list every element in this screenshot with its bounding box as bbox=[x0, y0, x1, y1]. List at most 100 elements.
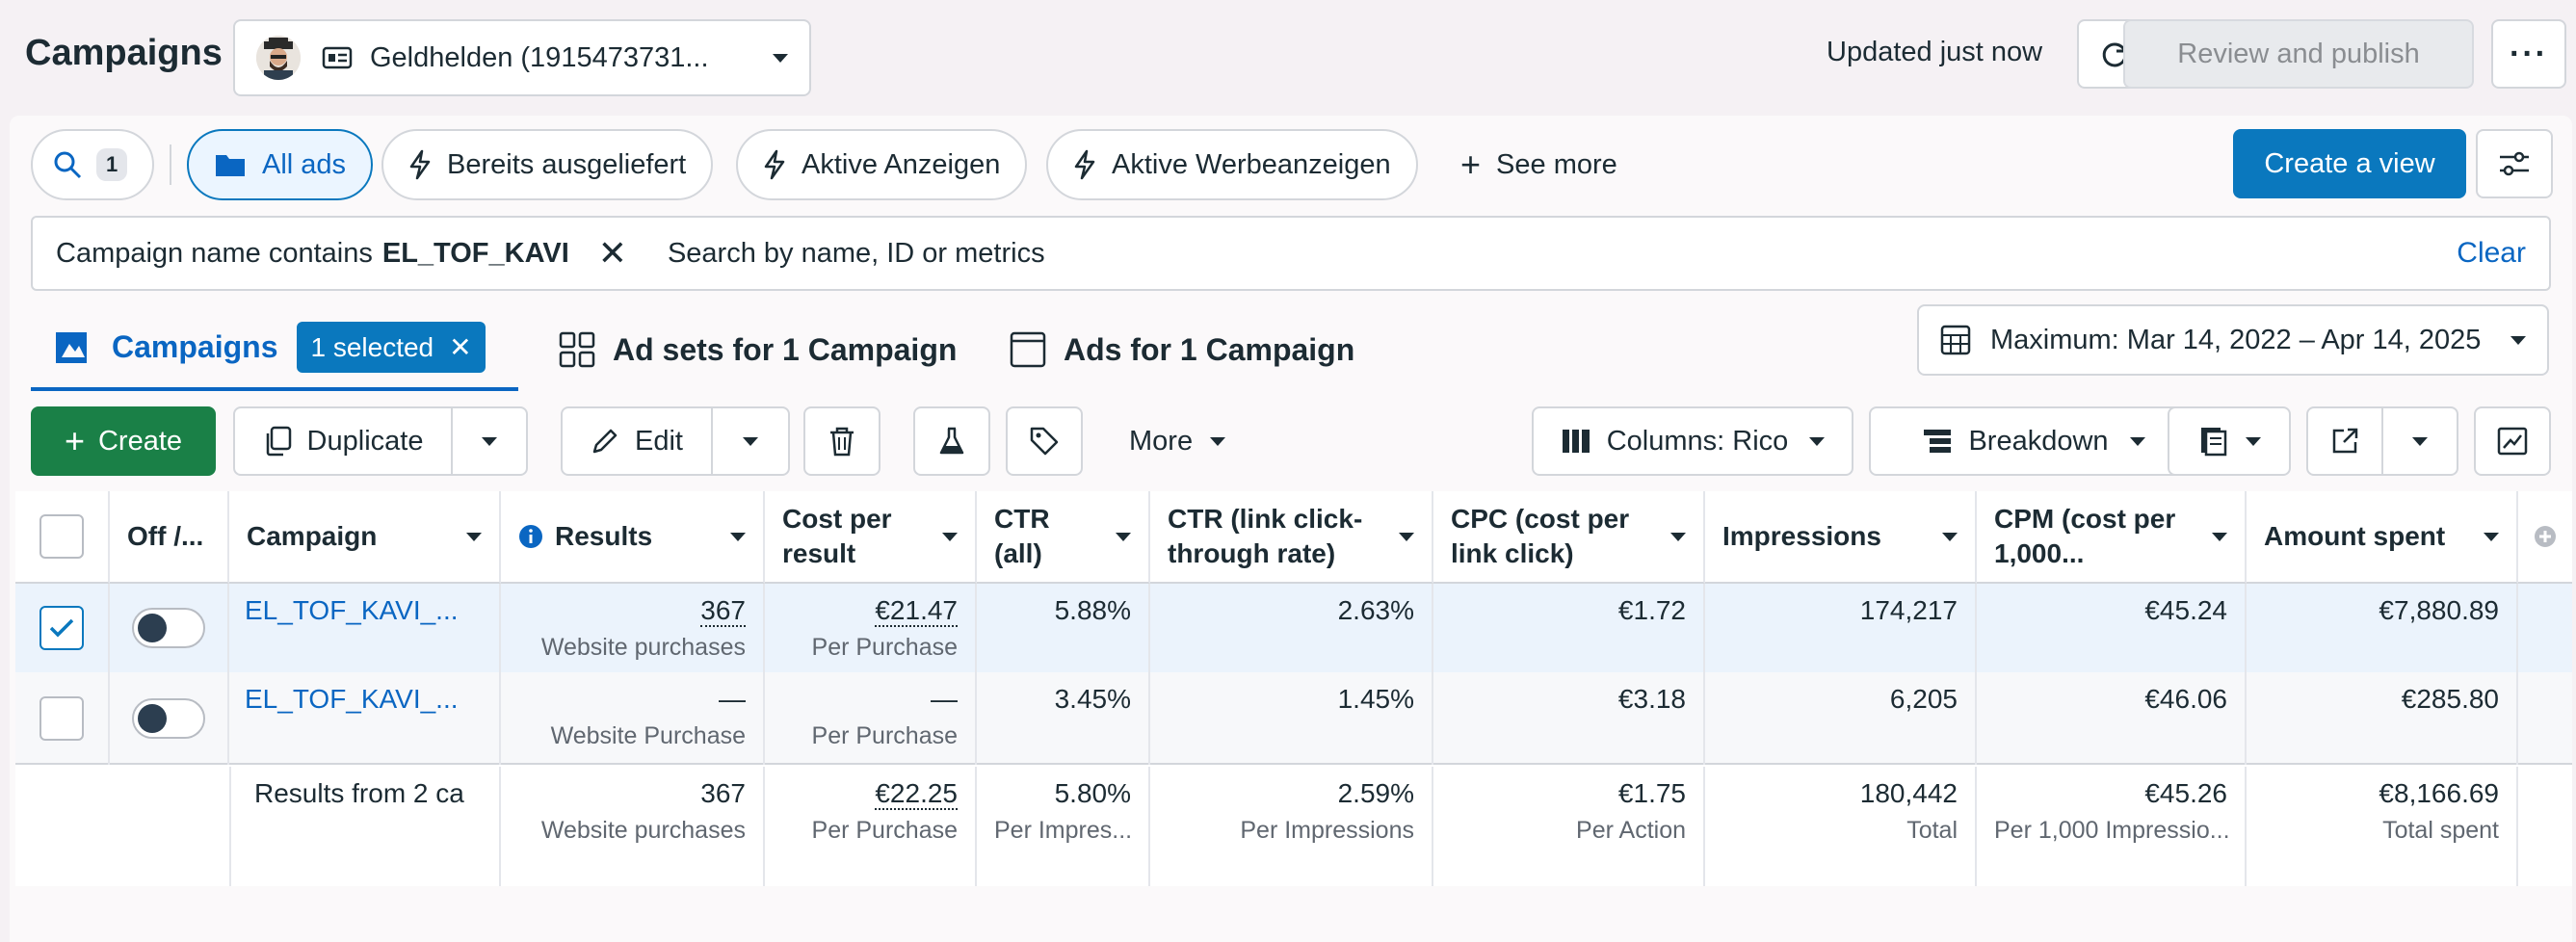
active-tab-underline bbox=[31, 387, 518, 391]
plus-icon: + bbox=[64, 421, 85, 460]
more-button[interactable]: More bbox=[1129, 406, 1226, 476]
campaign-link[interactable]: EL_TOF_KAVI_... bbox=[245, 595, 459, 625]
header-amount-spent[interactable]: Amount spent bbox=[2247, 491, 2518, 584]
campaign-toggle[interactable] bbox=[132, 608, 205, 648]
totals-cpm-cell: €45.26 Per 1,000 Impressio... bbox=[1977, 767, 2247, 886]
totals-results-value: 367 bbox=[700, 778, 746, 808]
toggle-cell[interactable] bbox=[110, 584, 229, 672]
chart-button[interactable] bbox=[2474, 406, 2551, 476]
totals-spent-cell: €8,166.69 Total spent bbox=[2247, 767, 2518, 886]
row-checkbox[interactable] bbox=[39, 606, 84, 650]
create-button[interactable]: + Create bbox=[31, 406, 216, 476]
view-label: Aktive Anzeigen bbox=[802, 148, 1001, 180]
cpm-cell: €45.24 bbox=[1977, 584, 2247, 672]
chevron-down-icon bbox=[1210, 436, 1226, 446]
row-checkbox-cell[interactable] bbox=[15, 672, 110, 765]
tab-campaigns[interactable]: Campaigns 1 selected ✕ bbox=[54, 322, 486, 373]
add-circle-icon bbox=[2533, 524, 2558, 549]
view-all-ads[interactable]: All ads bbox=[187, 129, 374, 200]
campaign-name-cell[interactable]: EL_TOF_KAVI_... bbox=[229, 672, 501, 765]
duplicate-button[interactable]: Duplicate bbox=[233, 406, 453, 476]
info-icon bbox=[518, 524, 543, 549]
reports-button[interactable] bbox=[2168, 406, 2291, 476]
totals-ctr-all-value: 5.80% bbox=[1054, 778, 1131, 808]
select-all-checkbox[interactable] bbox=[39, 514, 84, 559]
campaign-name-cell[interactable]: EL_TOF_KAVI_... bbox=[229, 584, 501, 672]
header-cpm[interactable]: CPM (cost per 1,000... bbox=[1977, 491, 2247, 584]
selected-badge[interactable]: 1 selected ✕ bbox=[297, 322, 486, 373]
view-aktive-werbeanzeigen[interactable]: Aktive Werbeanzeigen bbox=[1046, 129, 1418, 200]
tab-ads[interactable]: Ads for 1 Campaign bbox=[1010, 331, 1354, 368]
view-label: All ads bbox=[262, 148, 347, 180]
export-dropdown-button[interactable] bbox=[2381, 406, 2458, 476]
header-campaign[interactable]: Campaign bbox=[229, 491, 501, 584]
account-name: Geldhelden (1915473731... bbox=[370, 41, 709, 73]
tab-adsets[interactable]: Ad sets for 1 Campaign bbox=[559, 331, 957, 368]
ab-test-button[interactable] bbox=[913, 406, 990, 476]
edit-button[interactable]: Edit bbox=[561, 406, 713, 476]
view-label: Bereits ausgeliefert bbox=[447, 148, 687, 180]
cost-value[interactable]: €21.47 bbox=[875, 595, 958, 627]
create-view-button[interactable]: Create a view bbox=[2233, 129, 2466, 198]
add-column-button[interactable] bbox=[2518, 491, 2572, 584]
search-filter-button[interactable]: 1 bbox=[31, 129, 154, 200]
duplicate-dropdown-button[interactable] bbox=[451, 406, 528, 476]
header-cpc[interactable]: CPC (cost per link click) bbox=[1433, 491, 1705, 584]
campaigns-icon bbox=[54, 328, 94, 367]
export-button[interactable] bbox=[2306, 406, 2383, 476]
totals-ctr-link-cell: 2.59% Per Impressions bbox=[1150, 767, 1433, 886]
lightning-icon bbox=[763, 149, 786, 180]
view-bereits-ausgeliefert[interactable]: Bereits ausgeliefert bbox=[381, 129, 714, 200]
campaign-toggle[interactable] bbox=[132, 698, 205, 739]
selected-badge-label: 1 selected bbox=[310, 331, 434, 362]
totals-cost-value[interactable]: €22.25 bbox=[875, 778, 958, 810]
close-icon[interactable]: ✕ bbox=[449, 331, 471, 363]
edit-dropdown-button[interactable] bbox=[711, 406, 790, 476]
columns-button[interactable]: Columns: Rico bbox=[1532, 406, 1853, 476]
header-label: CPM (cost per 1,000... bbox=[1994, 504, 2176, 568]
results-value[interactable]: 367 bbox=[700, 595, 746, 627]
header-select-all[interactable] bbox=[15, 491, 110, 584]
filter-bar: Campaign name contains EL_TOF_KAVI ✕ Sea… bbox=[31, 216, 2551, 291]
grid-icon bbox=[559, 331, 595, 368]
totals-ctr-all-cell: 5.80% Per Impres... bbox=[977, 767, 1150, 886]
search-input[interactable]: Search by name, ID or metrics bbox=[668, 238, 1045, 270]
close-icon[interactable]: ✕ bbox=[598, 233, 627, 274]
row-checkbox-cell[interactable] bbox=[15, 584, 110, 672]
clear-filter-link[interactable]: Clear bbox=[2457, 237, 2526, 270]
totals-ctr-link-sub: Per Impressions bbox=[1240, 817, 1414, 844]
review-publish-button[interactable]: Review and publish bbox=[2123, 19, 2474, 89]
chevron-down-icon bbox=[773, 53, 788, 63]
header-label: Amount spent bbox=[2264, 521, 2446, 551]
results-sub: Website Purchase bbox=[550, 722, 746, 749]
header-results[interactable]: Results bbox=[501, 491, 765, 584]
header-ctr-link[interactable]: CTR (link click-through rate) bbox=[1150, 491, 1433, 584]
view-settings-button[interactable] bbox=[2476, 129, 2553, 198]
tag-button[interactable] bbox=[1006, 406, 1083, 476]
delete-button[interactable] bbox=[803, 406, 881, 476]
account-selector[interactable]: Geldhelden (1915473731... bbox=[233, 19, 811, 96]
header-cost-per-result[interactable]: Cost per result bbox=[765, 491, 977, 584]
tab-adsets-label: Ad sets for 1 Campaign bbox=[613, 331, 958, 367]
date-range-picker[interactable]: Maximum: Mar 14, 2022 – Apr 14, 2025 bbox=[1917, 304, 2549, 376]
more-options-button[interactable]: ··· bbox=[2491, 19, 2566, 89]
header-label: Cost per result bbox=[782, 504, 892, 568]
view-aktive-anzeigen[interactable]: Aktive Anzeigen bbox=[736, 129, 1028, 200]
cost-sub: Per Purchase bbox=[811, 634, 958, 661]
totals-spent-value: €8,166.69 bbox=[2379, 778, 2499, 808]
row-checkbox[interactable] bbox=[39, 696, 84, 741]
toggle-cell[interactable] bbox=[110, 672, 229, 765]
ellipsis-icon: ··· bbox=[2510, 35, 2548, 72]
create-label: Create bbox=[97, 425, 183, 457]
chevron-down-icon bbox=[2484, 532, 2499, 541]
see-more-button[interactable]: + See more bbox=[1460, 129, 1617, 200]
campaign-link[interactable]: EL_TOF_KAVI_... bbox=[245, 684, 459, 714]
breakdown-button[interactable]: Breakdown bbox=[1869, 406, 2198, 476]
columns-icon bbox=[1561, 428, 1591, 455]
header-ctr-all[interactable]: CTR (all) bbox=[977, 491, 1150, 584]
header-off-on[interactable]: Off /... bbox=[110, 491, 229, 584]
totals-cost-cell: €22.25 Per Purchase bbox=[765, 767, 977, 886]
results-cell: — Website Purchase bbox=[501, 672, 765, 765]
header-impressions[interactable]: Impressions bbox=[1705, 491, 1977, 584]
impressions-cell: 174,217 bbox=[1705, 584, 1977, 672]
